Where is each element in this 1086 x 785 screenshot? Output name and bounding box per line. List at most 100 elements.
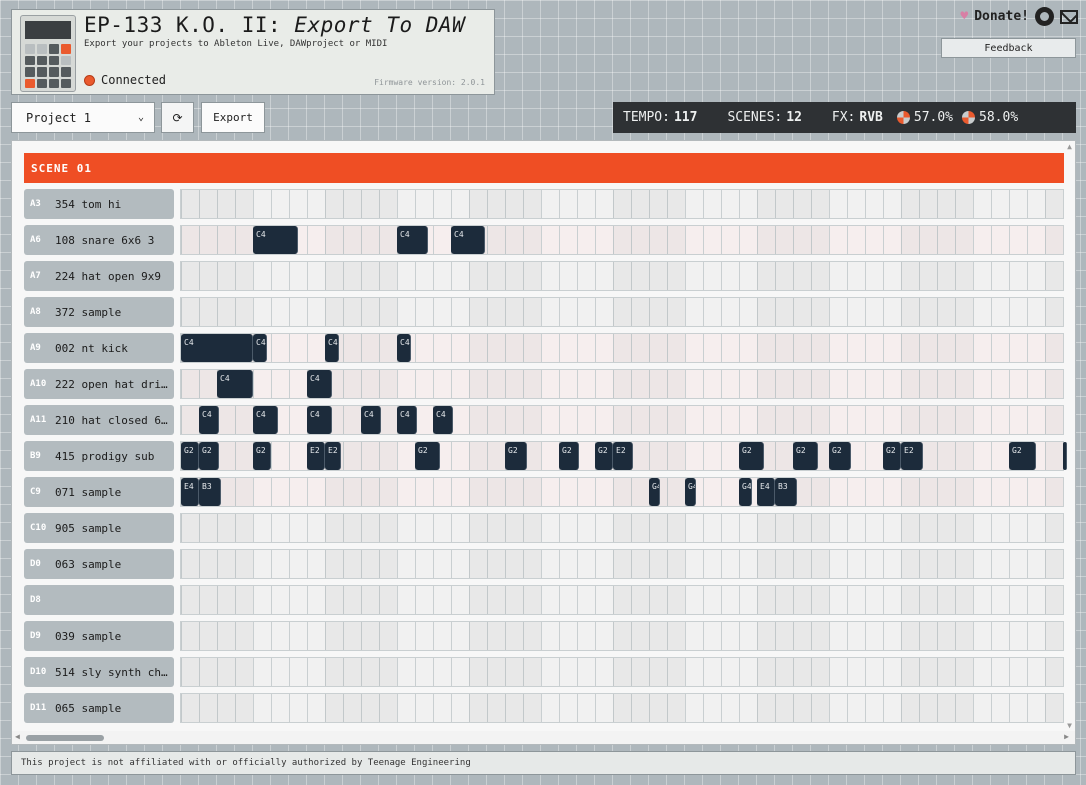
pad-id: A3 <box>30 199 41 209</box>
track-label[interactable]: D11 065 sample <box>24 693 174 723</box>
github-icon[interactable] <box>1035 7 1054 26</box>
pad-id: B9 <box>30 451 41 461</box>
note-block[interactable]: E4 <box>757 478 775 506</box>
scroll-right-icon[interactable]: ▶ <box>1064 732 1069 741</box>
track-label[interactable]: A11 210 hat closed 6… <box>24 405 174 435</box>
scrollbar-thumb[interactable] <box>26 735 104 741</box>
track-label[interactable]: A3 354 tom hi <box>24 189 174 219</box>
note-block[interactable]: B3 <box>775 478 797 506</box>
note-block[interactable]: G2 <box>181 442 199 470</box>
status-label: Connected <box>101 73 167 87</box>
note-block[interactable]: C4 <box>253 226 298 254</box>
scene-panel: SCENE 01 A3 354 tom hi A6 108 snare 6x6 3 C4… <box>11 140 1076 745</box>
pattern-grid[interactable]: C4 C4 C4 C4 C4 C4 <box>180 405 1064 435</box>
note-block[interactable]: G2 <box>505 442 527 470</box>
note-block[interactable]: G2 <box>595 442 613 470</box>
note-block[interactable]: E2 <box>307 442 325 470</box>
note-block[interactable]: G2 <box>199 442 219 470</box>
note-block[interactable]: G2 <box>829 442 851 470</box>
note-block[interactable]: C4 <box>253 334 268 362</box>
pattern-grid[interactable] <box>180 693 1064 723</box>
track-label[interactable]: D0 063 sample <box>24 549 174 579</box>
note-block[interactable]: G2 <box>253 442 271 470</box>
pattern-grid[interactable] <box>180 513 1064 543</box>
pattern-grid[interactable]: G2 G2 G2 E2 E2 G2 G2 G2 G2 E2 G2 G2 G2 G2 E2 G2 <box>180 441 1067 471</box>
tempo-label: TEMPO: <box>623 110 670 125</box>
pattern-grid[interactable] <box>180 585 1064 615</box>
track-label[interactable]: A10 222 open hat dri… <box>24 369 174 399</box>
scroll-down-icon[interactable]: ▼ <box>1067 721 1072 730</box>
note-block[interactable] <box>1063 442 1067 470</box>
knob-icon <box>896 111 910 124</box>
note-block[interactable]: C4 <box>181 334 253 362</box>
project-info-bar: TEMPO: 117 SCENES: 12 FX: RVB 57.0% 58.0… <box>613 102 1076 133</box>
pattern-grid[interactable] <box>180 549 1064 579</box>
note-block[interactable]: E2 <box>325 442 342 470</box>
scroll-left-icon[interactable]: ◀ <box>15 732 20 741</box>
track-label[interactable]: D10 514 sly synth ch… <box>24 657 174 687</box>
firmware-version: Firmware version: 2.0.1 <box>374 78 485 87</box>
track-label[interactable]: A6 108 snare 6x6 3 <box>24 225 174 255</box>
note-block[interactable]: C4 <box>397 334 412 362</box>
pattern-grid[interactable]: C4 C4 C4 <box>180 225 1064 255</box>
track-label[interactable]: D9 039 sample <box>24 621 174 651</box>
pattern-grid[interactable] <box>180 297 1064 327</box>
donate-link[interactable]: Donate! <box>974 9 1029 24</box>
fx-label: FX: <box>831 110 856 125</box>
note-block[interactable]: E2 <box>901 442 923 470</box>
refresh-button[interactable]: ⟳ <box>161 102 194 133</box>
knob2-value: 58.0% <box>979 110 1019 125</box>
pad-id: C10 <box>30 523 47 533</box>
pattern-grid[interactable]: E4B3G4G4G4E4B3 <box>180 477 1064 507</box>
project-select[interactable]: Project 1 ⌄ <box>11 102 155 133</box>
note-block[interactable]: C4 <box>253 406 279 434</box>
pad-id: A11 <box>30 415 47 425</box>
note-block[interactable]: C4 <box>433 406 453 434</box>
mail-icon[interactable] <box>1060 9 1078 24</box>
note-block[interactable]: B3 <box>199 478 221 506</box>
feedback-button[interactable]: Feedback <box>941 38 1076 58</box>
note-block[interactable]: C4 <box>397 406 417 434</box>
app-title: EP-133 K.O. II: Export To DAW <box>84 13 466 37</box>
note-block[interactable]: C4 <box>307 406 333 434</box>
note-block[interactable]: G2 <box>793 442 819 470</box>
note-block[interactable]: G2 <box>1009 442 1036 470</box>
note-block[interactable]: C4 <box>217 370 253 398</box>
note-block[interactable]: E2 <box>613 442 633 470</box>
note-block[interactable]: G4 <box>685 478 696 506</box>
track-label[interactable]: A9 002 nt kick <box>24 333 174 363</box>
pattern-grid[interactable] <box>180 261 1064 291</box>
pattern-grid[interactable] <box>180 621 1064 651</box>
note-block[interactable]: G4 <box>739 478 752 506</box>
note-block[interactable]: G4 <box>649 478 660 506</box>
note-block[interactable]: C4 <box>361 406 381 434</box>
track-label[interactable]: C10 905 sample <box>24 513 174 543</box>
pattern-grid[interactable]: C4 C4 C4 C4 <box>180 333 1064 363</box>
project-select-value: Project 1 <box>26 110 92 125</box>
pattern-grid[interactable] <box>180 657 1064 687</box>
track-label[interactable]: A7 224 hat open 9x9 <box>24 261 174 291</box>
note-block[interactable]: C4 <box>451 226 486 254</box>
note-block[interactable]: G2 <box>739 442 765 470</box>
pattern-grid[interactable]: C4 C4 <box>180 369 1064 399</box>
note-block[interactable]: C4 <box>325 334 340 362</box>
note-block[interactable]: C4 <box>307 370 333 398</box>
note-block[interactable]: E4 <box>181 478 199 506</box>
pad-id: C9 <box>30 487 41 497</box>
track-label[interactable]: C9 071 sample <box>24 477 174 507</box>
scroll-up-icon[interactable]: ▲ <box>1067 142 1072 151</box>
horizontal-scrollbar[interactable]: ◀ ▶ <box>12 731 1075 744</box>
note-block[interactable]: C4 <box>199 406 219 434</box>
track-label[interactable]: A8 372 sample <box>24 297 174 327</box>
pattern-grid[interactable] <box>180 189 1064 219</box>
fx-value: RVB <box>859 110 883 125</box>
export-button[interactable]: Export <box>201 102 265 133</box>
track-label[interactable]: B9 415 prodigy sub <box>24 441 174 471</box>
note-block[interactable]: C4 <box>397 226 428 254</box>
note-block[interactable]: G2 <box>415 442 441 470</box>
pad-id: A10 <box>30 379 47 389</box>
track-label[interactable]: D8 <box>24 585 174 615</box>
note-block[interactable]: G2 <box>883 442 901 470</box>
note-block[interactable]: G2 <box>559 442 579 470</box>
track-name: 002 nt kick <box>55 341 128 355</box>
